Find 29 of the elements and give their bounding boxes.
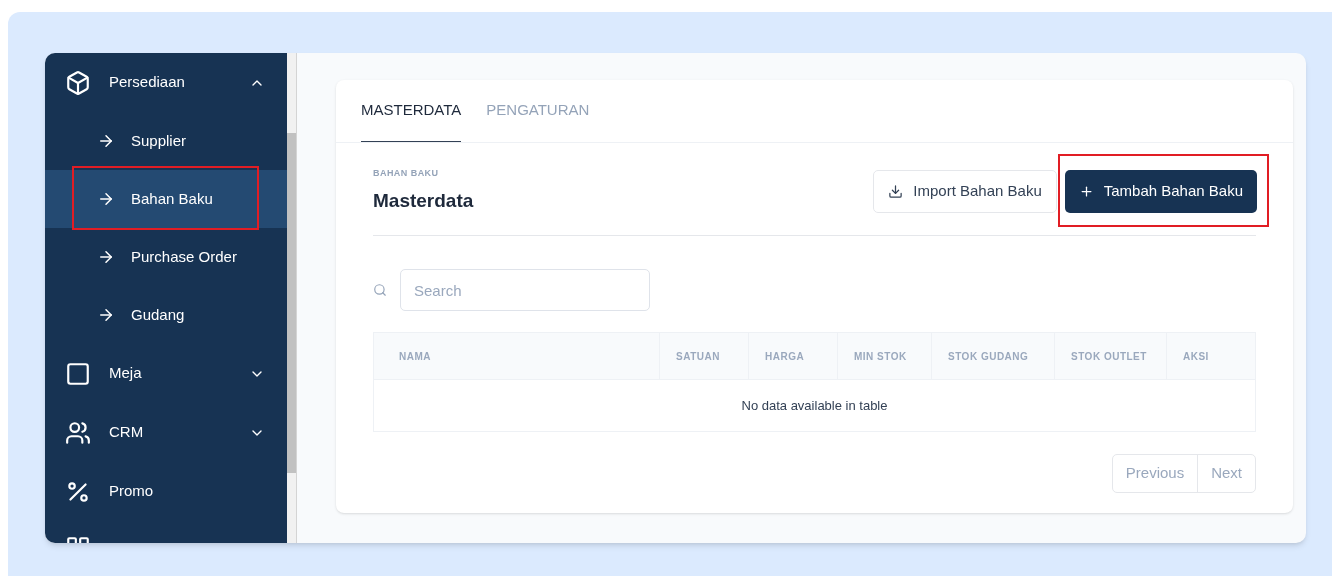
download-icon	[888, 183, 904, 199]
sidebar-item[interactable]: Persediaan	[45, 53, 287, 112]
section-eyebrow: BAHAN BAKU	[373, 167, 440, 180]
arrow-right-icon	[97, 248, 115, 266]
arrow-right-icon	[97, 306, 115, 324]
arrow-right-icon	[97, 190, 115, 208]
scrollbar-thumb[interactable]	[287, 133, 296, 473]
arrow-right-icon	[97, 132, 115, 150]
submenu-item[interactable]: Purchase Order	[45, 228, 287, 286]
search-icon	[373, 283, 387, 297]
sidebar-item[interactable]: Meja	[45, 344, 287, 403]
empty-message: No data available in table	[741, 396, 888, 415]
plus-icon	[1078, 183, 1094, 199]
sidebar-item[interactable]: Promo	[45, 462, 287, 521]
tab[interactable]: MASTERDATA	[361, 80, 462, 142]
column-header: NAMA	[398, 349, 432, 364]
column-header: HARGA	[748, 333, 837, 379]
column-header: STOK OUTLET	[1054, 333, 1166, 379]
column-header: STOK GUDANG	[931, 333, 1054, 379]
import-button[interactable]: Import Bahan Baku	[873, 169, 1057, 213]
submenu-item[interactable]: Supplier	[45, 112, 287, 170]
add-button[interactable]: Tambah Bahan Baku	[1064, 169, 1257, 213]
page-title: Masterdata	[373, 188, 474, 213]
column-header: AKSI	[1166, 333, 1255, 379]
sidebar-item[interactable]: CRM	[45, 403, 287, 462]
submenu-item[interactable]: Gudang	[45, 286, 287, 344]
search-field[interactable]: Search	[400, 269, 650, 311]
column-header: SATUAN	[659, 333, 748, 379]
column-header: MIN STOK	[837, 333, 931, 379]
